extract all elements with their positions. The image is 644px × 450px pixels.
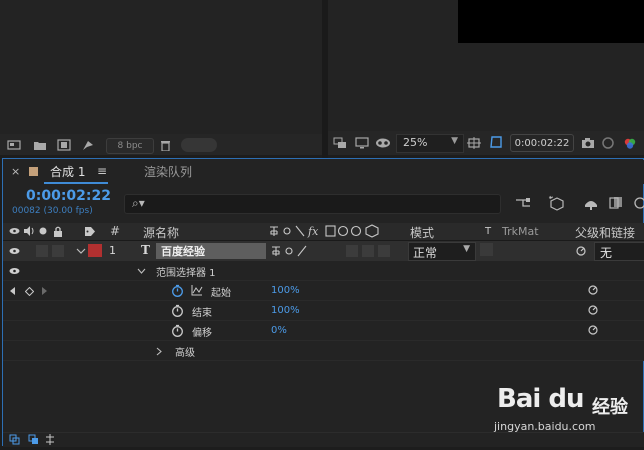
panel-menu-icon[interactable]: ≡ xyxy=(97,164,107,178)
advanced-row[interactable] xyxy=(3,341,644,361)
layer-solo-box[interactable] xyxy=(36,245,48,257)
range-selector-row[interactable] xyxy=(3,261,644,281)
property-start-value[interactable]: 100% xyxy=(271,285,300,296)
trash-icon[interactable] xyxy=(158,138,172,152)
next-keyframe-icon[interactable] xyxy=(39,285,49,297)
property-row[interactable] xyxy=(3,281,644,301)
layer-switches-toggle-icon[interactable] xyxy=(8,433,20,445)
layer-index: 1 xyxy=(109,244,116,257)
column-mode: 模式 xyxy=(410,226,435,240)
property-row[interactable] xyxy=(3,321,644,341)
preserve-transparency-box[interactable] xyxy=(480,243,493,256)
audio-speaker-icon[interactable] xyxy=(22,225,34,237)
transfer-controls-toggle-icon[interactable] xyxy=(27,433,39,445)
layer-visibility-eye-icon[interactable] xyxy=(8,245,20,257)
frame-blending-icon[interactable] xyxy=(608,194,626,212)
property-start-label: 起始 xyxy=(211,288,231,299)
property-end-label: 结束 xyxy=(192,308,212,319)
property-row[interactable] xyxy=(3,301,644,321)
project-slider[interactable] xyxy=(181,138,217,152)
timeline-search-input[interactable] xyxy=(124,194,501,214)
chevron-down-icon: ▼ xyxy=(451,136,458,146)
stopwatch-active-icon[interactable] xyxy=(170,283,184,297)
viewer-canvas[interactable] xyxy=(458,0,644,43)
layer-expand-chevron-icon[interactable] xyxy=(75,245,87,257)
baidu-watermark-brand: 经验 xyxy=(592,397,628,418)
column-source-name[interactable]: 源名称 xyxy=(143,224,179,241)
property-pick-whip-icon[interactable] xyxy=(586,303,600,317)
parent-dropdown[interactable]: 无 xyxy=(594,242,644,261)
layer-switches[interactable] xyxy=(270,244,404,261)
composition-swatch xyxy=(29,167,38,176)
new-composition-icon[interactable] xyxy=(56,138,72,152)
in-out-toggle-icon[interactable] xyxy=(44,433,56,445)
interpret-footage-icon[interactable] xyxy=(6,138,22,152)
comp-flowchart-icon[interactable] xyxy=(514,194,532,212)
text-layer-type-icon: T xyxy=(141,243,150,257)
layer-name[interactable]: 百度经验 xyxy=(156,243,266,259)
new-folder-icon[interactable] xyxy=(32,138,48,152)
property-pick-whip-icon[interactable] xyxy=(586,323,600,337)
stopwatch-icon[interactable] xyxy=(170,303,184,317)
monitor-icon[interactable] xyxy=(354,136,370,150)
chevron-down-icon: ▼ xyxy=(463,244,470,254)
advanced-expand-chevron-icon[interactable] xyxy=(154,345,164,357)
mask-visibility-icon[interactable] xyxy=(374,136,392,150)
selector-visibility-eye-icon[interactable] xyxy=(8,265,20,277)
close-tab-button[interactable]: × xyxy=(11,165,20,178)
region-of-interest-icon[interactable] xyxy=(488,134,504,150)
search-icon: ⌕▾ xyxy=(132,196,145,210)
layer-label-color[interactable] xyxy=(88,244,102,257)
zoom-value: 25% xyxy=(403,136,428,149)
layer-lock-box[interactable] xyxy=(52,245,64,257)
prev-keyframe-icon[interactable] xyxy=(8,285,18,297)
eye-icon[interactable] xyxy=(8,225,20,237)
channel-rgb-icon[interactable] xyxy=(622,136,638,150)
column-index: # xyxy=(110,224,121,238)
timeline-bottom-bar xyxy=(3,432,644,447)
column-track-matte: TrkMat xyxy=(502,225,539,238)
property-offset-label: 偏移 xyxy=(192,328,212,339)
project-panel xyxy=(0,0,322,152)
motion-blur-icon[interactable] xyxy=(632,194,644,212)
snapshot-camera-icon[interactable] xyxy=(580,136,596,150)
blend-mode-value: 正常 xyxy=(413,246,438,260)
graph-editor-icon[interactable] xyxy=(190,284,204,296)
label-tag-icon[interactable] xyxy=(83,225,97,237)
always-preview-icon[interactable] xyxy=(332,136,348,150)
hide-shy-layers-icon[interactable] xyxy=(582,194,600,212)
baidu-watermark-logo: Bai du xyxy=(497,384,584,414)
range-selector-label[interactable]: 范围选择器 1 xyxy=(156,264,216,279)
baidu-watermark-url: jingyan.baidu.com xyxy=(494,420,596,433)
svg-text:fx: fx xyxy=(307,225,319,238)
switches-column-icons: fx xyxy=(268,224,404,241)
frame-rate-info: 00082 (30.00 fps) xyxy=(12,206,93,216)
property-pick-whip-icon[interactable] xyxy=(586,283,600,297)
parent-pick-whip-icon[interactable] xyxy=(574,244,588,258)
color-depth-button[interactable]: 8 bpc xyxy=(106,138,154,154)
property-offset-value[interactable]: 0% xyxy=(271,325,287,336)
tab-composition-1[interactable]: 合成 1 xyxy=(50,163,85,180)
advanced-label[interactable]: 高级 xyxy=(175,344,195,359)
blend-mode-dropdown[interactable]: 正常 ▼ xyxy=(408,242,476,261)
current-time-display[interactable]: 0:00:02:22 xyxy=(26,188,111,204)
lock-icon[interactable] xyxy=(52,225,64,237)
fit-icon[interactable] xyxy=(466,136,482,150)
draft-3d-icon[interactable] xyxy=(547,194,565,212)
property-end-value[interactable]: 100% xyxy=(271,305,300,316)
viewer-timecode[interactable]: 0:00:02:22 xyxy=(510,134,574,152)
show-snapshot-icon[interactable] xyxy=(600,136,616,150)
solo-dot-icon[interactable] xyxy=(37,225,49,237)
project-settings-icon[interactable] xyxy=(80,138,96,152)
tab-render-queue[interactable]: 渲染队列 xyxy=(144,163,192,180)
parent-value: 无 xyxy=(600,246,613,260)
column-parent-link: 父级和链接 xyxy=(575,226,636,240)
active-tab-indicator xyxy=(44,182,108,184)
selector-expand-chevron-icon[interactable] xyxy=(136,265,146,277)
column-preserve-transparency: T xyxy=(485,226,492,237)
stopwatch-icon[interactable] xyxy=(170,323,184,337)
magnification-dropdown[interactable]: 25% ▼ xyxy=(396,134,464,153)
add-keyframe-icon[interactable] xyxy=(23,285,35,297)
